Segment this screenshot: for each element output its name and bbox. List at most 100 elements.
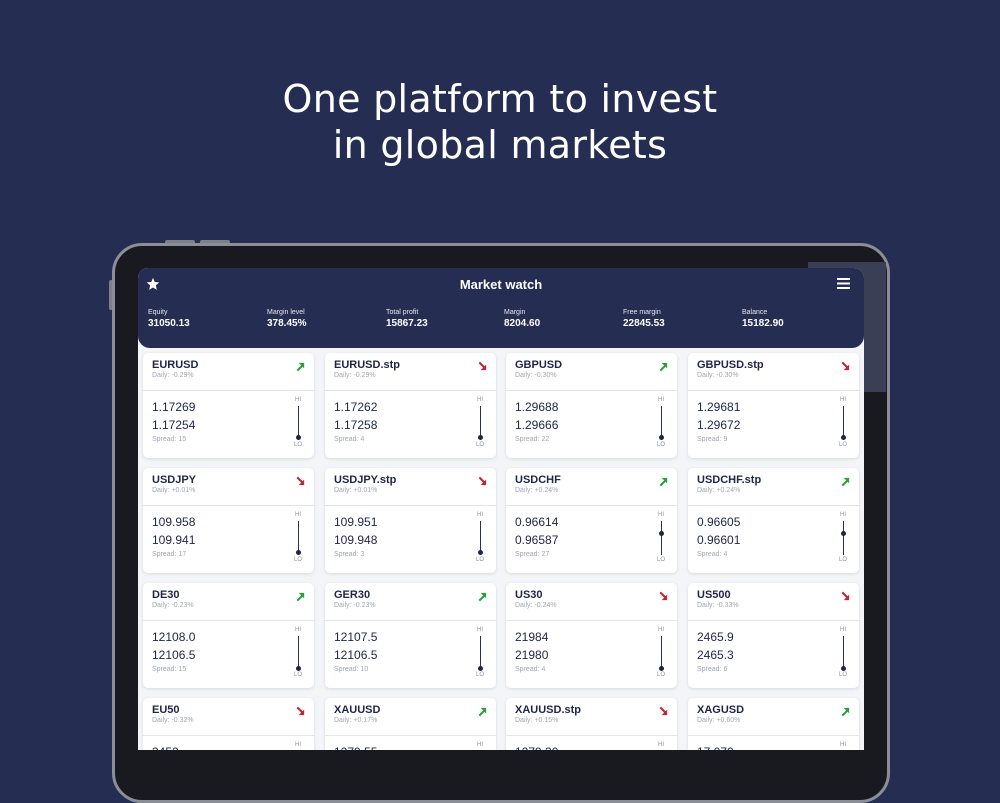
daily-change: Daily: -0.23% [334,602,376,609]
card-header: XAGUSD Daily: +0.60% [688,698,859,736]
hi-label: HI [477,627,483,633]
price-ask: 12106.5 [152,648,196,662]
instrument-card[interactable]: DE30 Daily: -0.23% 12108.0 12106.5 Spread: 1… [143,583,314,688]
arrow-up-right-icon [296,592,305,602]
instrument-symbol: USDJPY [152,474,197,486]
arrow-down-right-icon [841,361,850,371]
daily-change: Daily: -0.29% [334,372,376,379]
spread-value: Spread: 15 [152,666,187,673]
price-bid: 1.29681 [697,400,741,414]
hi-lo-level-marker [478,550,483,555]
instrument-symbol: EURUSD [152,359,199,371]
hi-lo-level-marker [841,435,846,440]
card-header: DE30 Daily: -0.23% [143,583,314,621]
daily-change: Daily: -0.32% [152,717,194,724]
instrument-card[interactable]: US500 Daily: -0.33% 2465.9 2465.3 Spread: 6 H… [688,583,859,688]
arrow-up-right-icon [478,592,487,602]
spread-value: Spread: 3 [334,551,365,558]
arrow-down-right-icon [659,706,668,716]
instrument-card[interactable]: USDCHF.stp Daily: +0.24% 0.96605 0.96601 Spr… [688,468,859,573]
hi-lo-level-marker [478,435,483,440]
hamburger-menu-icon[interactable] [837,278,850,289]
instrument-symbol: USDCHF.stp [697,474,762,486]
price-bid: 109.951 [334,515,378,529]
card-header: USDCHF.stp Daily: +0.24% [688,468,859,506]
lo-label: LO [656,442,665,448]
instrument-card[interactable]: XAUUSDDaily: +0.17%1279.55HILO [325,698,496,750]
app-header: Market watch Equity 31050.13 Margin leve… [138,268,864,348]
instrument-symbol: EU50 [152,704,180,716]
arrow-down-right-icon [478,476,487,486]
arrow-down-right-icon [478,361,487,371]
daily-change: Daily: +0.24% [697,487,741,494]
price-bid: 1279.55 [334,745,377,750]
instrument-card[interactable]: USDJPY.stp Daily: +0.01% 109.951 109.948 Spr… [325,468,496,573]
instrument-card[interactable]: USDCHF Daily: +0.24% 0.96614 0.96587 Spread:… [506,468,677,573]
stat-label: Total profit [386,309,419,316]
instrument-card[interactable]: EURUSD Daily: -0.29% 1.17269 1.17254 Spread:… [143,353,314,458]
instrument-card[interactable]: XAGUSDDaily: +0.60%17.070HILO [688,698,859,750]
instrument-card[interactable]: XAUUSD.stpDaily: +0.15%1279.30HILO [506,698,677,750]
card-header: US30 Daily: -0.24% [506,583,677,621]
stat-free-margin: Free margin 22845.53 [623,309,733,329]
instrument-card[interactable]: EU50Daily: -0.32%3452HILO [143,698,314,750]
instrument-symbol: XAUUSD.stp [515,704,582,716]
hi-lo-level-marker [659,666,664,671]
instrument-symbol: GER30 [334,589,371,601]
arrow-up-right-icon [841,707,850,717]
daily-change: Daily: +0.01% [152,487,196,494]
price-bid: 0.96614 [515,515,559,529]
instrument-symbol: US30 [515,589,543,601]
price-bid: 12107.5 [334,630,378,644]
daily-change: Daily: -0.23% [152,602,194,609]
card-header: USDJPY.stp Daily: +0.01% [325,468,496,506]
stat-balance: Balance 15182.90 [742,309,852,329]
arrow-up-right-icon [659,362,668,372]
daily-change: Daily: +0.17% [334,717,378,724]
price-bid: 17.070 [697,745,734,750]
instrument-card[interactable]: EURUSD.stp Daily: -0.29% 1.17262 1.17258 Spr… [325,353,496,458]
instrument-symbol: EURUSD.stp [334,359,401,371]
hi-label: HI [477,742,483,748]
price-ask: 0.96587 [515,533,559,547]
instrument-card[interactable]: USDJPY Daily: +0.01% 109.958 109.941 Spread:… [143,468,314,573]
daily-change: Daily: -0.33% [697,602,739,609]
price-ask: 1.29666 [515,418,559,432]
hi-label: HI [658,742,664,748]
price-ask: 1.17258 [334,418,378,432]
spread-value: Spread: 10 [334,666,369,673]
spread-value: Spread: 4 [697,551,728,558]
spread-value: Spread: 15 [152,436,187,443]
daily-change: Daily: -0.30% [515,372,557,379]
lo-label: LO [475,557,484,563]
daily-change: Daily: +0.24% [515,487,559,494]
arrow-down-right-icon [296,706,305,716]
stat-value: 15867.23 [386,318,428,329]
hi-lo-level-marker [841,531,846,536]
lo-label: LO [656,672,665,678]
instrument-card[interactable]: GBPUSD Daily: -0.30% 1.29688 1.29666 Spread:… [506,353,677,458]
stat-value: 15182.90 [742,318,784,329]
spread-value: Spread: 6 [697,666,728,673]
instrument-card[interactable]: GBPUSD.stp Daily: -0.30% 1.29681 1.29672 Spr… [688,353,859,458]
daily-change: Daily: +0.60% [697,717,741,724]
lo-label: LO [838,557,847,563]
price-ask: 1.29672 [697,418,741,432]
stat-label: Balance [742,309,768,316]
price-bid: 1.17262 [334,400,378,414]
stat-label: Free margin [623,309,661,316]
price-bid: 1.17269 [152,400,196,414]
lo-label: LO [475,672,484,678]
instrument-card[interactable]: GER30 Daily: -0.23% 12107.5 12106.5 Spread: … [325,583,496,688]
stat-value: 31050.13 [148,318,190,329]
daily-change: Daily: -0.30% [697,372,739,379]
lo-label: LO [293,442,302,448]
hi-lo-level-marker [841,666,846,671]
hi-lo-range-bar [661,521,662,555]
card-header: EURUSD Daily: -0.29% [143,353,314,391]
hi-lo-level-marker [659,435,664,440]
lo-label: LO [475,442,484,448]
instrument-card[interactable]: US30 Daily: -0.24% 21984 21980 Spread: 4 HI LO [506,583,677,688]
stat-margin-level: Margin level 378.45% [267,309,377,329]
card-header: EU50 Daily: -0.32% [143,698,314,736]
